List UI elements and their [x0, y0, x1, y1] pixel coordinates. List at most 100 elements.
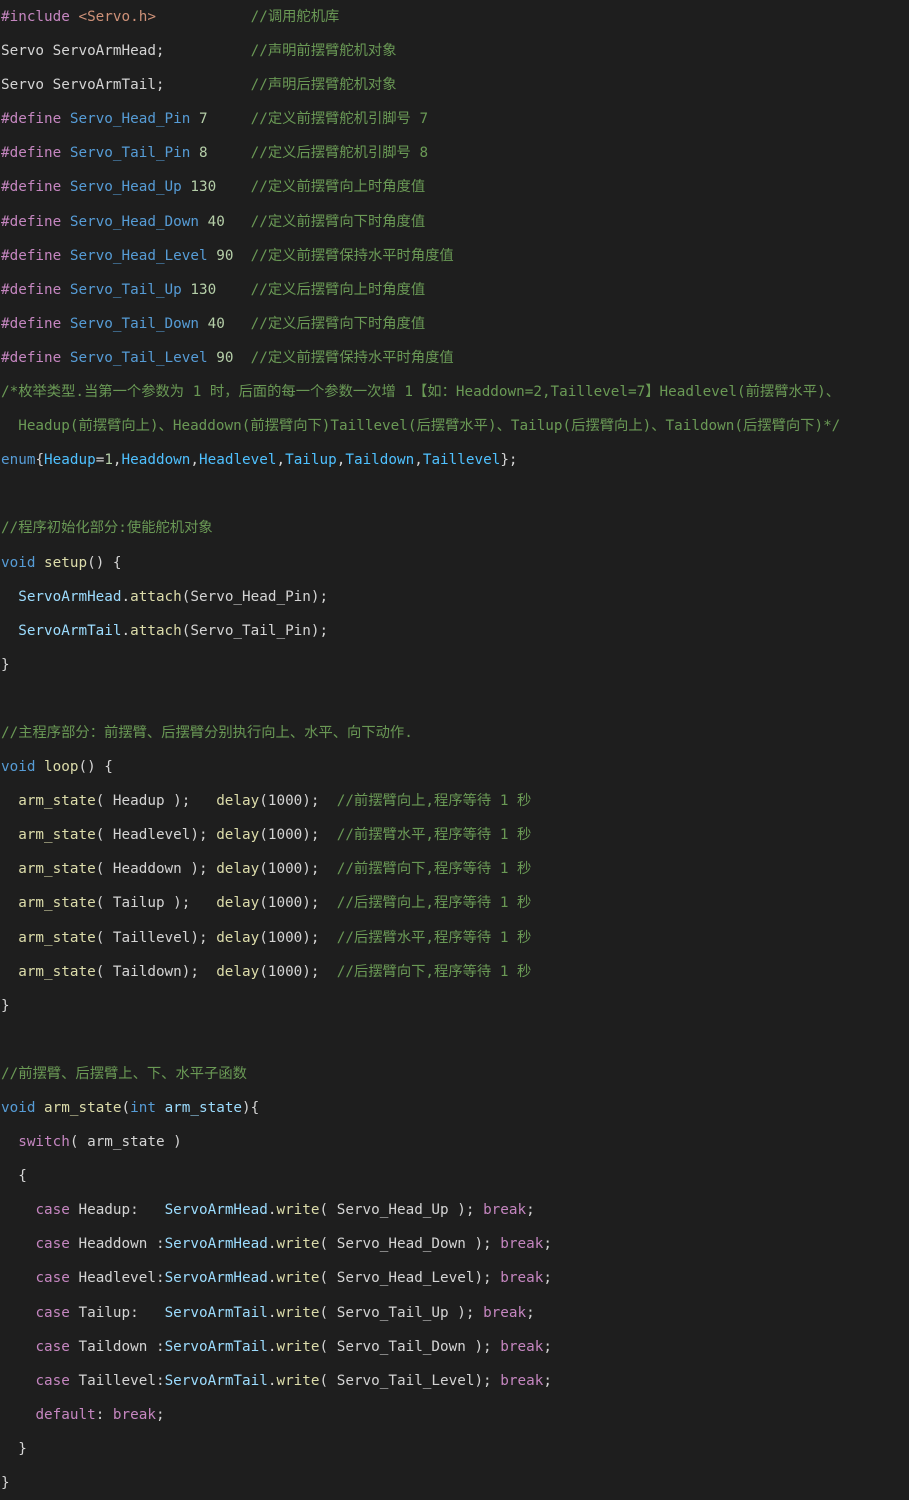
code-line[interactable]: switch( arm_state ) — [0, 1125, 909, 1159]
code-token-default: ; — [526, 1202, 535, 1219]
code-line[interactable]: arm_state( Headlevel); delay(1000); //前摆… — [0, 818, 909, 852]
code-token-default: ; — [543, 1372, 552, 1389]
code-line[interactable]: } — [0, 1466, 909, 1500]
code-token-comment: /*枚举类型.当第一个参数为 1 时，后面的每一个参数一次增 1【如：Headd… — [1, 384, 840, 401]
code-token-default: ( Tailup ); — [95, 895, 217, 912]
code-token-default — [1, 623, 18, 639]
code-line[interactable]: case Taildown :ServoArmTail.write( Servo… — [0, 1330, 909, 1364]
code-line[interactable]: #define Servo_Head_Pin 7 //定义前摆臂舵机引脚号 7 — [0, 102, 909, 136]
code-token-default — [156, 9, 251, 25]
code-line[interactable]: } — [0, 989, 909, 1023]
code-token-default — [1, 1305, 35, 1321]
code-line[interactable]: #define Servo_Tail_Up 130 //定义后摆臂向上时角度值 — [0, 273, 909, 307]
code-token-default: } — [1, 656, 10, 673]
code-token-control: case — [35, 1338, 70, 1355]
code-token-function: write — [276, 1236, 320, 1253]
code-line[interactable]: } — [0, 648, 909, 682]
code-token-default — [1, 964, 18, 980]
code-line[interactable] — [0, 477, 909, 511]
code-token-default — [190, 145, 199, 161]
code-token-default — [1, 1134, 18, 1150]
code-token-number: 90 — [216, 247, 234, 264]
code-token-variable: ServoArmHead — [164, 1202, 268, 1219]
code-line[interactable]: #define Servo_Head_Down 40 //定义前摆臂向下时角度值 — [0, 205, 909, 239]
code-token-default — [1, 1339, 35, 1355]
code-token-function: write — [276, 1304, 320, 1321]
code-line[interactable]: /*枚举类型.当第一个参数为 1 时，后面的每一个参数一次增 1【如：Headd… — [0, 375, 909, 409]
code-line[interactable]: case Headlevel:ServoArmHead.write( Servo… — [0, 1261, 909, 1295]
code-line[interactable]: default: break; — [0, 1398, 909, 1432]
code-token-control: break — [500, 1338, 544, 1355]
code-line[interactable]: //主程序部分：前摆臂、后摆臂分别执行向上、水平、向下动作. — [0, 716, 909, 750]
code-token-function: attach — [130, 622, 182, 639]
code-line[interactable]: #define Servo_Head_Up 130 //定义前摆臂向上时角度值 — [0, 170, 909, 204]
code-line[interactable]: case Headup: ServoArmHead.write( Servo_H… — [0, 1193, 909, 1227]
code-token-control: case — [35, 1236, 70, 1253]
code-token-variable: ServoArmHead — [164, 1236, 268, 1253]
code-line[interactable]: arm_state( Tailup ); delay(1000); //后摆臂向… — [0, 886, 909, 920]
code-token-control: break — [500, 1270, 544, 1287]
code-token-control: break — [500, 1372, 544, 1389]
code-line[interactable]: enum{Headup=1,Headdown,Headlevel,Tailup,… — [0, 443, 909, 477]
code-editor[interactable]: #include <Servo.h> //调用舵机库 Servo ServoArm… — [0, 0, 909, 1500]
code-token-number: 8 — [199, 145, 208, 162]
code-token-default — [216, 179, 250, 195]
code-token-default — [216, 282, 250, 298]
code-line[interactable]: void loop() { — [0, 750, 909, 784]
code-line[interactable]: { — [0, 1159, 909, 1193]
code-token-preprocessor: #define — [1, 247, 70, 264]
code-token-preprocessor: #define — [1, 315, 70, 332]
code-token-default — [1, 1407, 35, 1423]
code-token-comment: //定义前摆臂向下时角度值 — [250, 213, 426, 230]
code-line[interactable]: arm_state( Headup ); delay(1000); //前摆臂向… — [0, 784, 909, 818]
code-token-comment: //程序初始化部分:使能舵机对象 — [1, 520, 213, 537]
code-token-default: ( Headdown ); — [95, 861, 217, 878]
code-token-comment: //定义后摆臂向上时角度值 — [250, 281, 426, 298]
code-token-keyword: void — [1, 759, 36, 776]
code-token-default — [199, 316, 208, 332]
code-line[interactable]: Servo ServoArmHead; //声明前摆臂舵机对象 — [0, 34, 909, 68]
code-line[interactable]: //前摆臂、后摆臂上、下、水平子函数 — [0, 1057, 909, 1091]
code-line[interactable]: #define Servo_Tail_Level 90 //定义前摆臂保持水平时… — [0, 341, 909, 375]
code-line[interactable]: Headup(前摆臂向上)、Headdown(前摆臂向下)Taillevel(后… — [0, 409, 909, 443]
code-token-default: (Servo_Tail_Pin); — [181, 622, 329, 639]
code-line[interactable]: } — [0, 1432, 909, 1466]
code-line[interactable]: case Headdown :ServoArmHead.write( Servo… — [0, 1227, 909, 1261]
code-line[interactable] — [0, 682, 909, 716]
code-token-function: arm_state — [18, 895, 96, 912]
code-line[interactable]: #define Servo_Tail_Down 40 //定义后摆臂向下时角度值 — [0, 307, 909, 341]
code-token-number: 130 — [190, 281, 217, 298]
code-token-default — [208, 350, 217, 366]
code-token-variable: ServoArmHead — [164, 1270, 268, 1287]
code-line[interactable]: ServoArmHead.attach(Servo_Head_Pin); — [0, 580, 909, 614]
code-line[interactable]: #define Servo_Tail_Pin 8 //定义后摆臂舵机引脚号 8 — [0, 136, 909, 170]
code-token-default: ( Headup ); — [95, 793, 217, 810]
code-line[interactable]: ServoArmTail.attach(Servo_Tail_Pin); — [0, 614, 909, 648]
code-token-default — [35, 759, 44, 775]
code-line[interactable]: void setup() { — [0, 546, 909, 580]
code-token-default — [233, 350, 250, 366]
code-line[interactable]: case Tailup: ServoArmTail.write( Servo_T… — [0, 1296, 909, 1330]
code-token-default: ; — [543, 1338, 552, 1355]
code-line[interactable]: Servo ServoArmTail; //声明后摆臂舵机对象 — [0, 68, 909, 102]
code-line[interactable]: #include <Servo.h> //调用舵机库 — [0, 0, 909, 34]
code-area[interactable]: #include <Servo.h> //调用舵机库 Servo ServoArm… — [0, 0, 909, 1500]
code-token-variable: ServoArmTail — [164, 1338, 268, 1355]
code-token-function: loop — [44, 759, 79, 776]
code-line[interactable]: case Taillevel:ServoArmTail.write( Servo… — [0, 1364, 909, 1398]
code-token-keyword: int — [130, 1100, 156, 1116]
code-token-function: delay — [216, 861, 260, 878]
code-token-default: Headlevel: — [69, 1270, 165, 1287]
code-line[interactable]: arm_state( Taillevel); delay(1000); //后摆… — [0, 921, 909, 955]
code-token-default — [1, 930, 18, 946]
code-token-default — [1, 589, 18, 605]
code-token-comment: //声明前摆臂舵机对象 — [250, 43, 397, 60]
code-line[interactable]: arm_state( Taildown); delay(1000); //后摆臂… — [0, 955, 909, 989]
code-token-default: ( Servo_Head_Up ); — [319, 1202, 484, 1219]
code-line[interactable] — [0, 1023, 909, 1057]
code-token-default: } — [1, 1440, 27, 1457]
code-line[interactable]: arm_state( Headdown ); delay(1000); //前摆… — [0, 852, 909, 886]
code-line[interactable]: #define Servo_Head_Level 90 //定义前摆臂保持水平时… — [0, 239, 909, 273]
code-line[interactable]: void arm_state(int arm_state){ — [0, 1091, 909, 1125]
code-line[interactable]: //程序初始化部分:使能舵机对象 — [0, 511, 909, 545]
